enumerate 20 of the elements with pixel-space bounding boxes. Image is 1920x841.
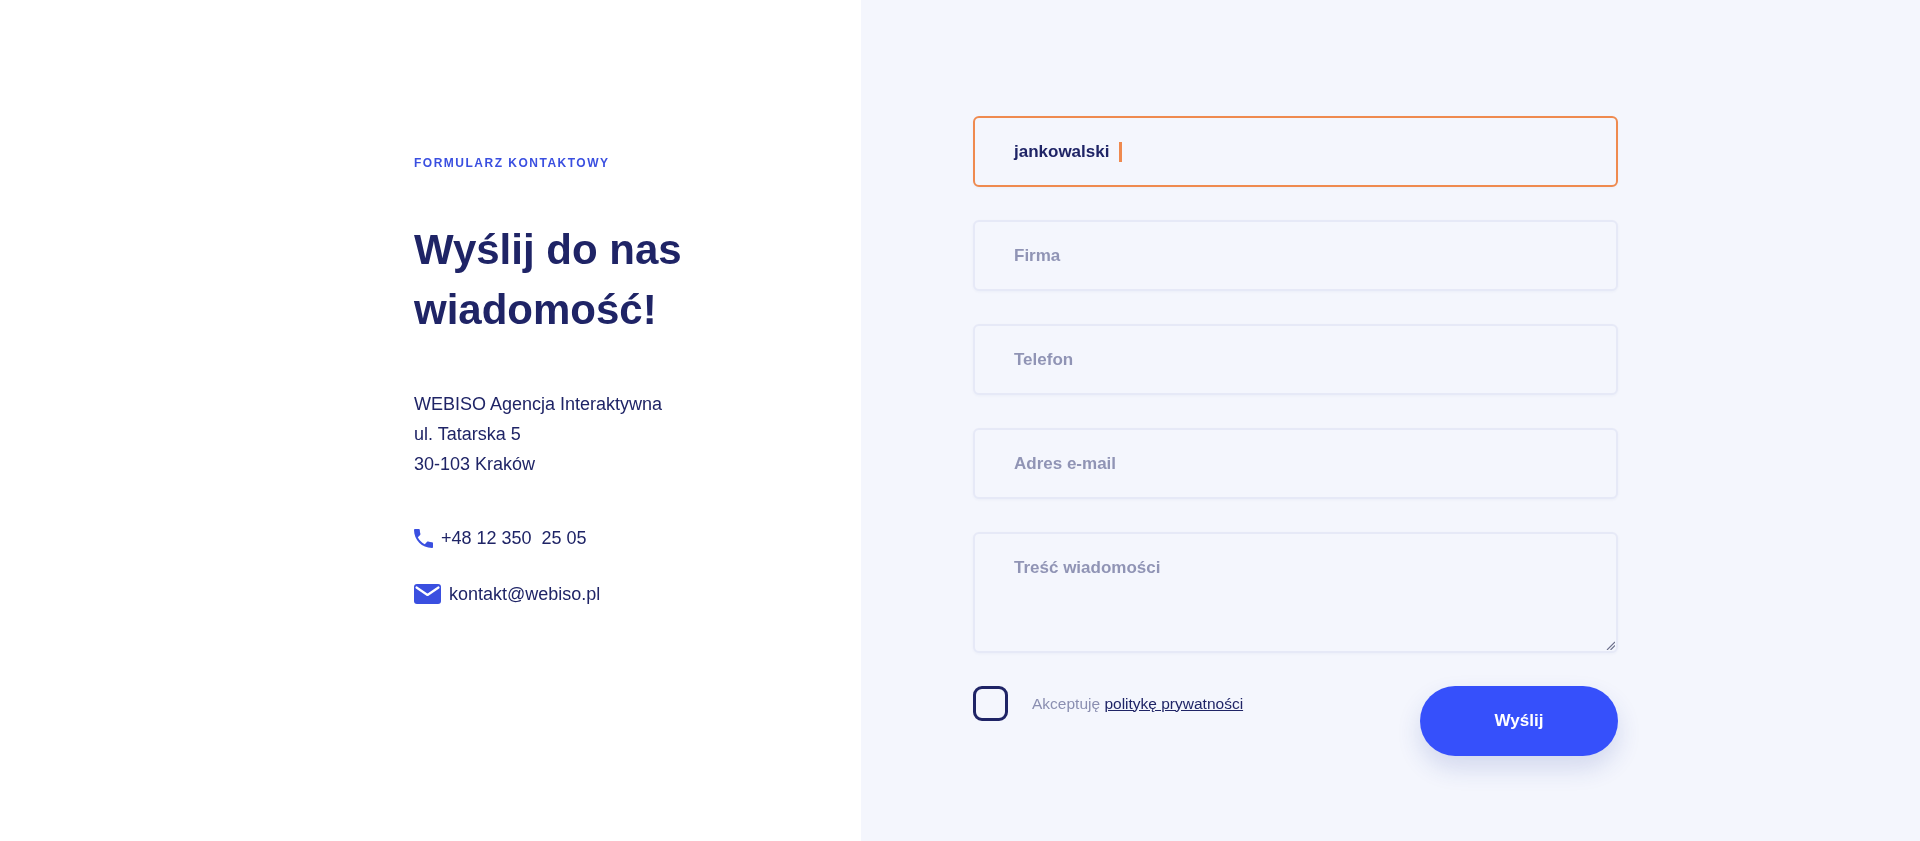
email-link[interactable]: kontakt@webiso.pl bbox=[449, 583, 601, 605]
resize-grip-icon[interactable] bbox=[1606, 641, 1615, 650]
submit-button[interactable]: Wyślij bbox=[1420, 686, 1618, 756]
text-cursor-icon bbox=[1119, 141, 1123, 162]
message-field[interactable]: Treść wiadomości bbox=[973, 532, 1618, 653]
input-field[interactable]: Adres e-mail bbox=[973, 428, 1618, 499]
input-field[interactable]: jankowalski bbox=[973, 116, 1618, 187]
input-field[interactable]: Telefon bbox=[973, 324, 1618, 395]
section-label: FORMULARZ KONTAKTOWY bbox=[414, 156, 610, 170]
privacy-policy-link[interactable]: politykę prywatności bbox=[1104, 694, 1244, 712]
address-line: WEBISO Agencja Interaktywna bbox=[414, 393, 663, 416]
phone-icon bbox=[414, 528, 433, 548]
checkbox[interactable] bbox=[973, 686, 1008, 721]
phone-link[interactable]: +48 12 350 25 05 bbox=[441, 527, 587, 549]
address-line: 30-103 Kraków bbox=[414, 453, 536, 476]
envelope-icon bbox=[414, 584, 441, 604]
heading: Wyślij do nas wiadomość! bbox=[414, 225, 683, 335]
input-field[interactable]: Firma bbox=[973, 220, 1618, 291]
consent-text: Akceptuję politykę prywatności bbox=[1032, 694, 1244, 713]
address-line: ul. Tatarska 5 bbox=[414, 423, 521, 446]
